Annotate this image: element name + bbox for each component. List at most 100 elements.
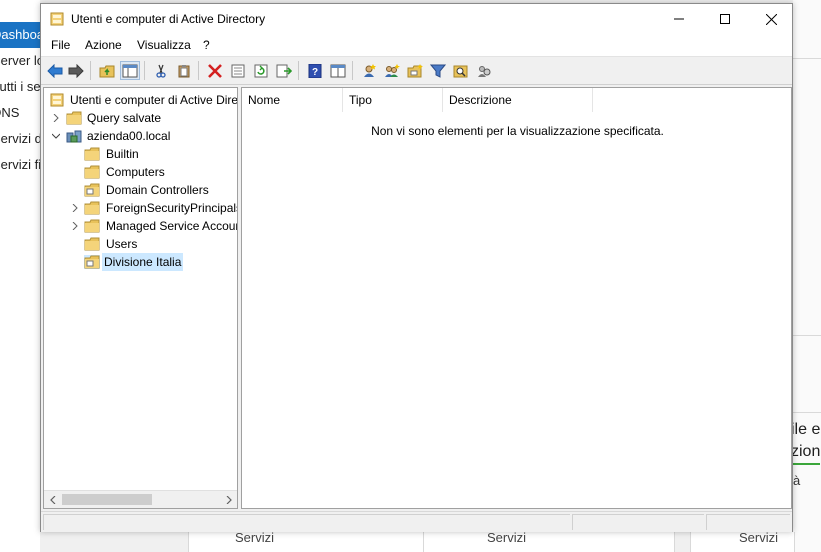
back-button[interactable] xyxy=(45,61,65,80)
refresh-icon xyxy=(254,64,268,77)
find-icon xyxy=(453,65,468,77)
menu-visualizza[interactable]: Visualizza xyxy=(132,34,196,56)
bg-right-small: à xyxy=(793,473,801,488)
filter-icon xyxy=(430,64,446,78)
tree-horizontal-scrollbar[interactable] xyxy=(44,490,237,508)
menu-help[interactable]: ? xyxy=(198,34,215,56)
background-nav: Dashboard Server locale Tutti i server D… xyxy=(0,0,188,552)
refresh-button[interactable] xyxy=(251,61,271,80)
tree-item-label: Managed Service Accounts xyxy=(106,219,238,233)
tree-item-label: Divisione Italia xyxy=(102,253,184,271)
app-icon xyxy=(50,12,64,26)
chevron-right-icon[interactable] xyxy=(69,199,81,217)
properties-button[interactable] xyxy=(228,61,248,80)
forward-button[interactable] xyxy=(66,61,86,80)
details-pane[interactable]: Nome Tipo Descrizione Non vi sono elemen… xyxy=(241,87,792,509)
up-one-level-button[interactable] xyxy=(97,61,117,80)
background-bottom-tiles xyxy=(40,532,795,552)
scroll-thumb[interactable] xyxy=(62,494,152,505)
status-panel xyxy=(43,514,570,530)
list-header: Nome Tipo Descrizione xyxy=(242,88,791,112)
console-tree[interactable]: Utenti e computer di Active Directory Qu… xyxy=(43,87,238,509)
tree-item-label: Computers xyxy=(106,165,165,179)
find-button[interactable] xyxy=(451,61,471,80)
tree-root-label: Utenti e computer di Active Directory xyxy=(70,93,238,107)
chevron-down-icon[interactable] xyxy=(50,127,62,145)
tree-item-label: Users xyxy=(106,237,138,251)
ou-icon xyxy=(84,255,100,269)
delete-icon xyxy=(208,63,222,78)
close-button[interactable] xyxy=(748,4,794,34)
tree-item-label: ForeignSecurityPrincipals xyxy=(106,201,238,215)
background-content-right: ile e zion à xyxy=(791,0,821,552)
folder-icon xyxy=(84,147,100,161)
chevron-right-icon[interactable] xyxy=(50,109,62,127)
title-bar[interactable]: Utenti e computer di Active Directory xyxy=(41,4,792,34)
chevron-right-icon[interactable] xyxy=(69,217,81,235)
new-user-icon xyxy=(364,63,376,77)
window-title: Utenti e computer di Active Directory xyxy=(71,12,266,26)
bg-tile-label: Servizi xyxy=(739,530,779,545)
bg-nav-dns[interactable]: DNS xyxy=(0,100,27,126)
bg-nav-dashboard[interactable]: Dashboard xyxy=(0,22,56,48)
column-header-descrizione[interactable]: Descrizione xyxy=(443,88,593,112)
folder-icon xyxy=(84,219,100,233)
paste-button[interactable] xyxy=(174,61,194,80)
delegate-button[interactable] xyxy=(474,61,494,80)
export-list-button[interactable] xyxy=(274,61,294,80)
maximize-icon xyxy=(720,14,730,24)
view-button[interactable] xyxy=(328,61,348,80)
maximize-button[interactable] xyxy=(702,4,748,34)
bg-right-text: ile e xyxy=(791,421,821,438)
view-icon xyxy=(330,64,346,77)
new-group-icon xyxy=(385,63,400,77)
tree-item-label: Domain Controllers xyxy=(106,183,209,197)
delete-button[interactable] xyxy=(205,61,225,80)
show-hide-console-tree-button[interactable] xyxy=(120,61,140,80)
empty-list-message: Non vi sono elementi per la visualizzazi… xyxy=(371,124,664,138)
close-icon xyxy=(765,13,777,25)
tree-item-label: azienda00.local xyxy=(87,129,171,143)
status-panel xyxy=(572,514,704,530)
domain-icon xyxy=(66,129,82,143)
up-folder-icon xyxy=(99,65,115,77)
scroll-left-icon[interactable] xyxy=(44,491,61,508)
menu-azione[interactable]: Azione xyxy=(80,34,127,56)
filter-button[interactable] xyxy=(428,61,448,80)
help-icon: ? xyxy=(308,63,322,78)
paste-icon xyxy=(178,64,190,77)
cut-button[interactable] xyxy=(151,61,171,80)
status-panel xyxy=(706,514,790,530)
status-bar xyxy=(41,511,792,532)
bg-tile-label: Servizi xyxy=(487,530,527,545)
bg-right-link[interactable]: zion xyxy=(791,441,821,465)
show-hide-console-tree-icon xyxy=(122,64,138,77)
properties-icon xyxy=(231,64,245,77)
tree-item-label: Query salvate xyxy=(87,111,162,125)
help-button[interactable]: ? xyxy=(305,61,325,80)
scroll-right-icon[interactable] xyxy=(220,491,237,508)
column-header-nome[interactable]: Nome xyxy=(242,88,343,112)
svg-text:?: ? xyxy=(312,67,318,78)
delegate-icon xyxy=(478,65,491,77)
bg-tile-label: Servizi xyxy=(235,530,275,545)
column-header-tipo[interactable]: Tipo xyxy=(343,88,443,112)
aduc-root-icon xyxy=(50,93,66,107)
tree-item-label: Builtin xyxy=(106,147,139,161)
folder-icon xyxy=(84,165,100,179)
folder-icon xyxy=(66,111,82,125)
toolbar: ? xyxy=(41,57,792,85)
minimize-icon xyxy=(674,18,684,20)
aduc-window: Utenti e computer di Active Directory Fi… xyxy=(40,3,793,532)
menu-file[interactable]: File xyxy=(46,34,75,56)
minimize-button[interactable] xyxy=(656,4,702,34)
new-user-button[interactable] xyxy=(359,61,379,80)
new-ou-icon xyxy=(407,63,423,77)
ou-icon xyxy=(84,183,100,197)
folder-icon xyxy=(84,237,100,251)
forward-icon xyxy=(68,63,84,78)
back-icon xyxy=(47,63,63,78)
cut-icon xyxy=(156,64,166,78)
new-group-button[interactable] xyxy=(382,61,402,80)
new-ou-button[interactable] xyxy=(405,61,425,80)
